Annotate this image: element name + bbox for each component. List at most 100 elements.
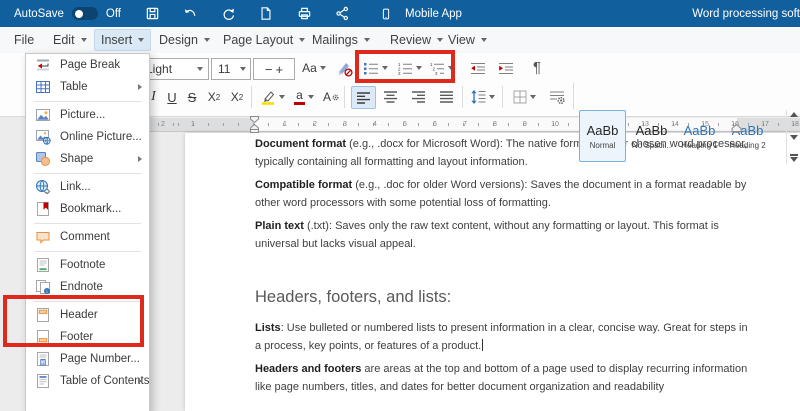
more-styles-icon[interactable]: [790, 157, 798, 162]
chevron-down-icon: [81, 38, 87, 42]
shape-icon: [35, 151, 51, 167]
save-icon[interactable]: [137, 5, 167, 23]
menu-item-page-break[interactable]: Page Break: [26, 54, 149, 76]
chevron-down-icon: [416, 66, 422, 70]
toggle-knob: [75, 10, 83, 18]
app-window: AutoSave Off Mobile: [0, 0, 800, 411]
multilevel-list-button[interactable]: 123: [429, 59, 455, 77]
menu-item-link[interactable]: Link...: [26, 176, 149, 198]
left-indent-marker[interactable]: [249, 116, 260, 133]
align-left-icon: [357, 92, 371, 104]
scroll-up-icon[interactable]: [790, 112, 798, 117]
align-right-button[interactable]: [407, 86, 430, 107]
menu-item-picture[interactable]: Picture...: [26, 104, 149, 126]
new-document-icon[interactable]: [251, 5, 281, 23]
mobile-phone-icon[interactable]: [371, 5, 401, 23]
chevron-down-icon: [240, 67, 246, 71]
text-effects-button[interactable]: A: [320, 86, 342, 108]
chevron-down-icon: [364, 38, 370, 42]
submenu-arrow-icon: [138, 156, 142, 162]
chevron-down-icon: [448, 66, 454, 70]
style-normal[interactable]: AaBb Normal: [579, 110, 626, 162]
paragraph: Lists: Use bulleted or numbered lists to…: [255, 319, 795, 355]
menu-item-bookmark[interactable]: Bookmark...: [26, 198, 149, 220]
font-color-button[interactable]: a: [290, 86, 318, 108]
strikethrough-button[interactable]: S: [184, 87, 200, 107]
style-heading-2[interactable]: AaBb Heading 2: [724, 110, 771, 162]
menu-view[interactable]: View: [442, 30, 493, 50]
line-spacing-button[interactable]: [468, 86, 498, 108]
document-canvas[interactable]: Document format (e.g., .docx for Microso…: [185, 133, 800, 411]
menu-separator: [34, 101, 141, 102]
undo-icon[interactable]: [175, 5, 205, 23]
redo-icon[interactable]: [213, 5, 243, 23]
paragraph-settings-button[interactable]: [545, 86, 569, 108]
share-icon[interactable]: [327, 5, 357, 23]
title-bar: AutoSave Off Mobile: [0, 0, 800, 27]
gear-icon: [332, 94, 339, 101]
numbered-list-button[interactable]: 123: [396, 59, 424, 77]
increase-indent-button[interactable]: [496, 59, 516, 77]
submenu-arrow-icon: [138, 378, 142, 384]
menu-mailings[interactable]: Mailings: [306, 30, 376, 50]
underline-button[interactable]: U: [164, 87, 180, 107]
decrease-indent-button[interactable]: [468, 59, 488, 77]
menu-item-page-number[interactable]: 1 Page Number...: [26, 348, 149, 370]
chevron-down-icon: [197, 67, 203, 71]
superscript-button[interactable]: X2: [227, 87, 247, 107]
menu-file[interactable]: File: [8, 30, 40, 50]
menu-item-table[interactable]: Table: [26, 76, 149, 98]
mobile-app-label[interactable]: Mobile App: [405, 8, 462, 20]
increase-indent-icon: [498, 62, 514, 75]
menu-item-online-picture[interactable]: Online Picture...: [26, 126, 149, 148]
increase-font-button[interactable]: +: [276, 62, 284, 77]
picture-icon: [35, 107, 51, 123]
document-text: Document format (e.g., .docx for Microso…: [255, 135, 795, 401]
menu-item-endnote[interactable]: i Endnote: [26, 276, 149, 298]
scroll-down-icon[interactable]: [790, 135, 798, 140]
menu-separator: [34, 173, 141, 174]
bulleted-list-button[interactable]: [362, 59, 390, 77]
insert-dropdown-menu: Page Break Table Picture... Online Pictu…: [25, 53, 150, 411]
print-icon[interactable]: [289, 5, 319, 23]
align-center-button[interactable]: [379, 86, 402, 107]
online-picture-icon: [35, 129, 51, 145]
autosave-toggle[interactable]: [72, 7, 98, 20]
change-case-button[interactable]: Aa: [297, 58, 331, 78]
decrease-font-button[interactable]: −: [265, 62, 273, 77]
highlight-color-button[interactable]: [258, 86, 288, 108]
align-left-button[interactable]: [351, 86, 376, 109]
section-heading: Headers, footers, and lists:: [255, 286, 795, 308]
font-size-select[interactable]: 11: [211, 58, 251, 80]
numbered-list-icon: 123: [398, 62, 413, 75]
style-no-spacing[interactable]: AaBb No Spaci...: [628, 110, 675, 162]
justify-icon: [440, 91, 454, 103]
right-indent-marker[interactable]: [731, 124, 742, 132]
menu-item-shape[interactable]: Shape: [26, 148, 149, 170]
chevron-down-icon: [279, 95, 285, 99]
paragraph: Compatible format (e.g., .doc for older …: [255, 176, 795, 212]
clear-formatting-button[interactable]: [333, 57, 355, 79]
menu-review[interactable]: Review: [384, 30, 449, 50]
style-heading-1[interactable]: AaBb Heading 1: [676, 110, 723, 162]
chevron-down-icon: [308, 95, 314, 99]
menu-item-table-of-contents[interactable]: Table of Contents: [26, 370, 149, 392]
menu-insert[interactable]: Insert: [94, 29, 151, 51]
svg-text:3: 3: [398, 71, 401, 75]
menu-item-comment[interactable]: Comment: [26, 226, 149, 248]
menu-item-footnote[interactable]: Footnote: [26, 254, 149, 276]
multilevel-list-icon: 123: [430, 62, 445, 75]
menu-item-footer[interactable]: Footer: [26, 326, 149, 348]
menu-item-header[interactable]: Header: [26, 304, 149, 326]
highlight-icon: [261, 90, 276, 105]
styles-scroll: [786, 110, 800, 164]
borders-button[interactable]: [509, 86, 539, 108]
chevron-down-icon: [489, 95, 495, 99]
menu-design[interactable]: Design: [153, 30, 216, 50]
endnote-icon: i: [35, 279, 51, 295]
menu-page-layout[interactable]: Page Layout: [217, 30, 311, 50]
subscript-button[interactable]: X2: [204, 87, 224, 107]
menu-edit[interactable]: Edit: [47, 30, 93, 50]
justify-button[interactable]: [435, 86, 458, 107]
show-paragraph-marks-button[interactable]: ¶: [528, 56, 546, 78]
